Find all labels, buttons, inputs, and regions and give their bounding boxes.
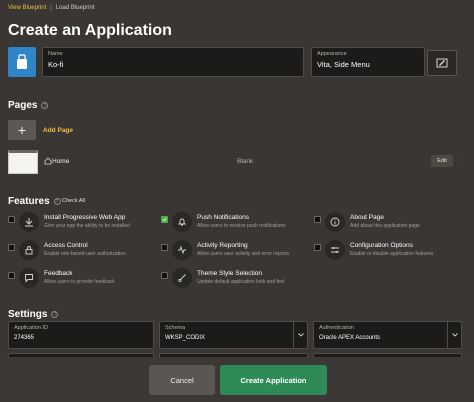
- application-id-input[interactable]: 274365: [14, 335, 148, 341]
- check-all-link[interactable]: Check All: [62, 198, 85, 204]
- app-icon-picker[interactable]: [8, 47, 36, 77]
- feature-title: Access Control: [44, 242, 88, 249]
- feature-checkbox[interactable]: [161, 272, 168, 279]
- bell-icon: [172, 212, 192, 232]
- page-thumbnail: [8, 150, 38, 174]
- edit-appearance-icon: [436, 58, 448, 68]
- pages-help-icon[interactable]: ?: [41, 102, 49, 109]
- features-help-icon[interactable]: ?: [53, 198, 61, 205]
- feature-title: Configuration Options: [350, 242, 413, 249]
- app-icon: [17, 54, 27, 69]
- application-id-field[interactable]: Application ID 274365: [8, 321, 154, 349]
- feature-about-page[interactable]: About Page Add about this application pa…: [314, 212, 464, 234]
- feature-checkbox[interactable]: [8, 272, 15, 279]
- page-name: Home: [52, 158, 70, 165]
- feature-description: Enable role-based user authorization: [44, 251, 126, 257]
- authentication-label: Authentication: [319, 325, 354, 331]
- settings-heading-text: Settings: [8, 309, 48, 320]
- chevron-down-icon[interactable]: [293, 322, 307, 348]
- chevron-down-icon[interactable]: [447, 322, 461, 348]
- breadcrumb-separator: |: [50, 5, 52, 11]
- page-title: Create an Application: [8, 22, 172, 39]
- feature-checkbox[interactable]: [314, 244, 321, 251]
- features-heading-text: Features: [8, 196, 50, 207]
- authentication-select[interactable]: Authentication Oracle APEX Accounts: [313, 321, 462, 349]
- name-label: Name: [48, 51, 63, 57]
- cancel-button[interactable]: Cancel: [149, 365, 215, 395]
- comment-icon: [19, 268, 39, 288]
- breadcrumb: View Blueprint | Load Blueprint: [8, 5, 95, 11]
- feature-description: Allow users to receive push notification…: [197, 223, 286, 229]
- feature-description: Allow users to provide feedback: [44, 279, 115, 285]
- feature-access-control[interactable]: Access Control Enable role-based user au…: [8, 240, 158, 262]
- settings-heading: Settings ?: [8, 309, 59, 320]
- feature-title: Activity Reporting: [197, 242, 248, 249]
- appearance-settings-button[interactable]: [427, 50, 457, 76]
- schema-select[interactable]: Schema WKSP_CODIX: [159, 321, 308, 349]
- feature-activity-reporting[interactable]: Activity Reporting Allow users user acti…: [161, 240, 311, 262]
- load-blueprint-link[interactable]: Load Blueprint: [56, 5, 95, 11]
- feature-title: Install Progressive Web App: [44, 214, 126, 221]
- install-icon: [19, 212, 39, 232]
- create-application-button[interactable]: Create Application: [220, 365, 327, 395]
- name-input[interactable]: Ko-fi: [48, 60, 298, 69]
- feature-checkbox[interactable]: [161, 216, 168, 223]
- edit-page-button[interactable]: Edit: [431, 155, 453, 167]
- pages-heading-text: Pages: [8, 100, 38, 111]
- appearance-label: Appearance: [317, 51, 347, 57]
- authentication-value: Oracle APEX Accounts: [319, 335, 381, 341]
- feature-install-pwa[interactable]: Install Progressive Web App Give your ap…: [8, 212, 158, 234]
- feature-description: Give your app the ability to be installe…: [44, 223, 130, 229]
- feature-feedback[interactable]: Feedback Allow users to provide feedback: [8, 268, 158, 290]
- checkmark-icon: [162, 217, 167, 222]
- feature-description: Add about this application page: [350, 223, 420, 229]
- feature-title: Theme Style Selection: [197, 270, 263, 277]
- feature-checkbox[interactable]: [161, 244, 168, 251]
- feature-configuration-options[interactable]: Configuration Options Enable or disable …: [314, 240, 464, 262]
- add-page-link[interactable]: Add Page: [43, 127, 73, 134]
- feature-description: Enable or disable application features: [350, 251, 434, 257]
- feature-checkbox[interactable]: [314, 216, 321, 223]
- lock-icon: [19, 240, 39, 260]
- feature-push-notifications[interactable]: Push Notifications Allow users to receiv…: [161, 212, 311, 234]
- feature-checkbox[interactable]: [8, 216, 15, 223]
- brush-icon: [172, 268, 192, 288]
- plus-icon: +: [17, 122, 27, 138]
- feature-checkbox[interactable]: [8, 244, 15, 251]
- feature-title: Push Notifications: [197, 214, 250, 221]
- settings-help-icon[interactable]: ?: [51, 311, 59, 318]
- view-blueprint-link[interactable]: View Blueprint: [8, 5, 46, 11]
- features-heading: Features ?: [8, 196, 61, 207]
- sliders-icon: [325, 240, 345, 260]
- page-type: Blank: [237, 158, 254, 165]
- feature-description: Allow users user activity and error repo…: [197, 251, 289, 257]
- schema-label: Schema: [165, 325, 186, 331]
- activity-icon: [172, 240, 192, 260]
- pages-heading: Pages ?: [8, 100, 49, 111]
- appearance-field[interactable]: Appearance Vita, Side Menu: [311, 47, 425, 77]
- remove-page-icon[interactable]: ◌: [458, 157, 462, 164]
- appearance-value: Vita, Side Menu: [317, 60, 370, 69]
- feature-title: About Page: [350, 214, 384, 221]
- info-icon: [325, 212, 345, 232]
- schema-value: WKSP_CODIX: [165, 335, 206, 341]
- home-icon: [44, 157, 52, 165]
- add-page-button[interactable]: +: [8, 120, 36, 140]
- application-id-label: Application ID: [14, 325, 48, 331]
- feature-theme-style-selection[interactable]: Theme Style Selection Update default app…: [161, 268, 311, 290]
- name-field[interactable]: Name Ko-fi: [42, 47, 304, 77]
- feature-title: Feedback: [44, 270, 73, 277]
- page-row-home: Home Blank Edit ◌: [8, 150, 468, 174]
- feature-description: Update default application look and feel: [197, 279, 285, 285]
